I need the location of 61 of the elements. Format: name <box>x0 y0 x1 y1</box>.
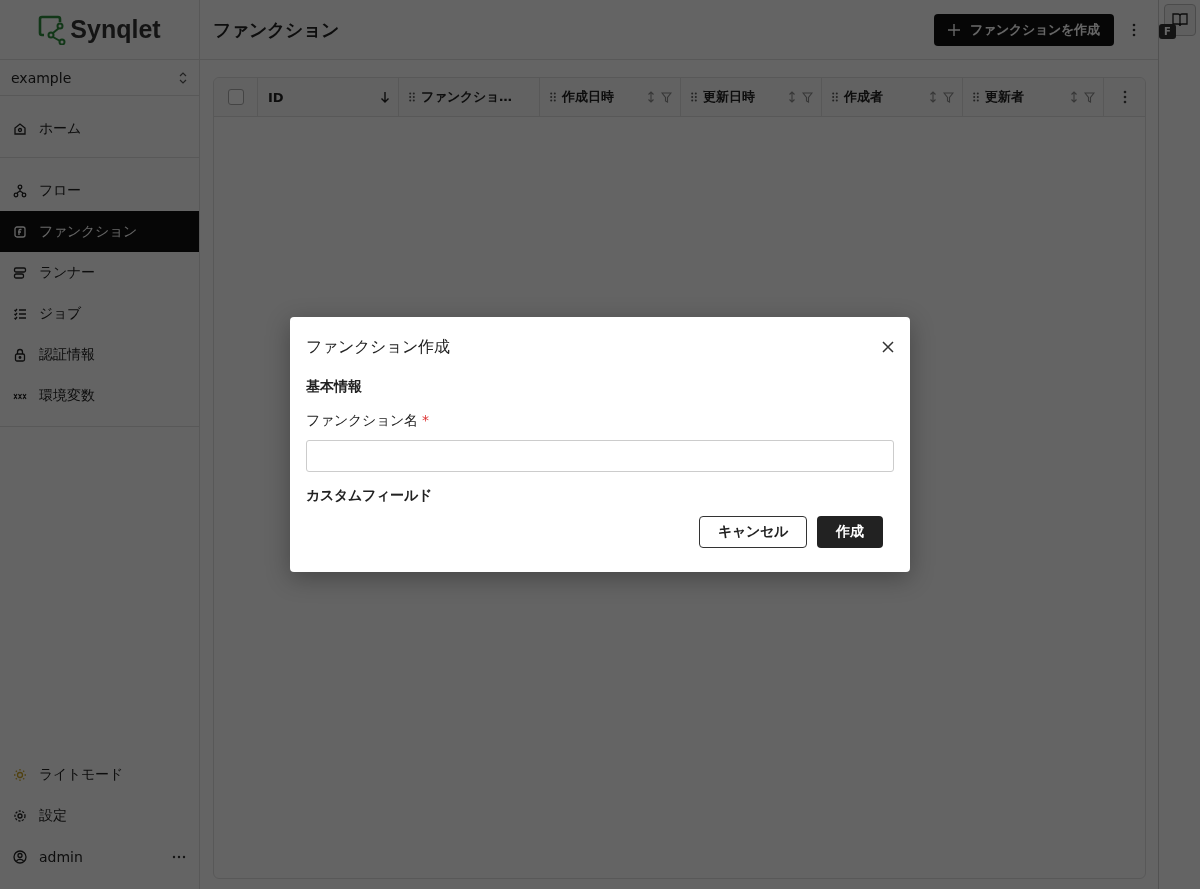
chevrons-icon <box>179 70 187 85</box>
server-icon <box>13 265 27 280</box>
list-icon <box>13 306 27 321</box>
sort-icon[interactable] <box>788 91 796 103</box>
filter-icon[interactable] <box>661 91 672 103</box>
settings-icon <box>13 808 27 823</box>
nodes-icon <box>13 183 27 198</box>
filter-icon[interactable] <box>802 91 813 103</box>
nav-item[interactable]: フロー <box>0 170 199 211</box>
required-mark: * <box>422 412 429 430</box>
field-label: ファンクション名 <box>306 412 418 430</box>
column-header[interactable]: 更新日時 <box>681 78 822 116</box>
drag-handle-icon[interactable] <box>832 92 838 102</box>
theme-toggle[interactable]: ライトモード <box>0 754 199 795</box>
more-icon[interactable] <box>172 854 186 859</box>
kebab-icon[interactable] <box>1132 22 1136 37</box>
drag-handle-icon[interactable] <box>409 92 415 102</box>
page-title: ファンクション <box>213 17 339 42</box>
column-header[interactable]: 作成日時 <box>540 78 681 116</box>
create-button[interactable]: ファンクションを作成 <box>934 13 1114 46</box>
sort-down-icon[interactable] <box>380 91 390 103</box>
home-icon <box>13 121 27 136</box>
drag-handle-icon[interactable] <box>691 92 697 102</box>
close-icon[interactable] <box>882 341 894 353</box>
nav-item[interactable]: ジョブ <box>0 293 199 334</box>
column-header[interactable]: 更新者 <box>963 78 1104 116</box>
section-heading: 基本情報 <box>306 378 363 396</box>
nav-item[interactable]: ランナー <box>0 252 199 293</box>
nav-item[interactable]: ファンクション <box>0 211 199 252</box>
submit-button[interactable]: 作成 <box>817 516 883 548</box>
sort-icon[interactable] <box>1070 91 1078 103</box>
workspace-select[interactable]: example <box>0 60 199 96</box>
column-header[interactable]: ID <box>258 78 399 116</box>
book-icon <box>1171 13 1188 27</box>
user-icon <box>13 849 27 864</box>
sun-icon <box>13 767 27 782</box>
sort-icon[interactable] <box>647 91 655 103</box>
kebab-icon[interactable] <box>1122 90 1127 104</box>
drag-handle-icon[interactable] <box>973 92 979 102</box>
filter-icon[interactable] <box>1084 91 1095 103</box>
user-item[interactable]: admin <box>0 836 199 877</box>
function-icon <box>13 224 27 239</box>
select-all-checkbox[interactable] <box>227 89 244 105</box>
nav-item[interactable]: ホーム <box>0 108 199 149</box>
filter-icon[interactable] <box>943 91 954 103</box>
drag-handle-icon[interactable] <box>550 92 556 102</box>
cancel-button[interactable]: キャンセル <box>699 516 807 548</box>
lock-icon <box>13 347 27 362</box>
dialog-title: ファンクション作成 <box>306 336 450 358</box>
nav-item[interactable]: 環境変数 <box>0 375 199 416</box>
settings-item[interactable]: 設定 <box>0 795 199 836</box>
logo-text: Synqlet <box>70 15 161 44</box>
column-header[interactable]: ファンクショ… <box>399 78 540 116</box>
shortcut-tooltip: F <box>1159 24 1176 39</box>
column-header[interactable]: 作成者 <box>822 78 963 116</box>
plus-icon <box>948 23 960 36</box>
logo-icon <box>38 14 67 45</box>
nav-item[interactable]: 認証情報 <box>0 334 199 375</box>
section-heading: カスタムフィールド <box>306 487 433 505</box>
input-field[interactable] <box>306 440 894 472</box>
sort-icon[interactable] <box>929 91 937 103</box>
